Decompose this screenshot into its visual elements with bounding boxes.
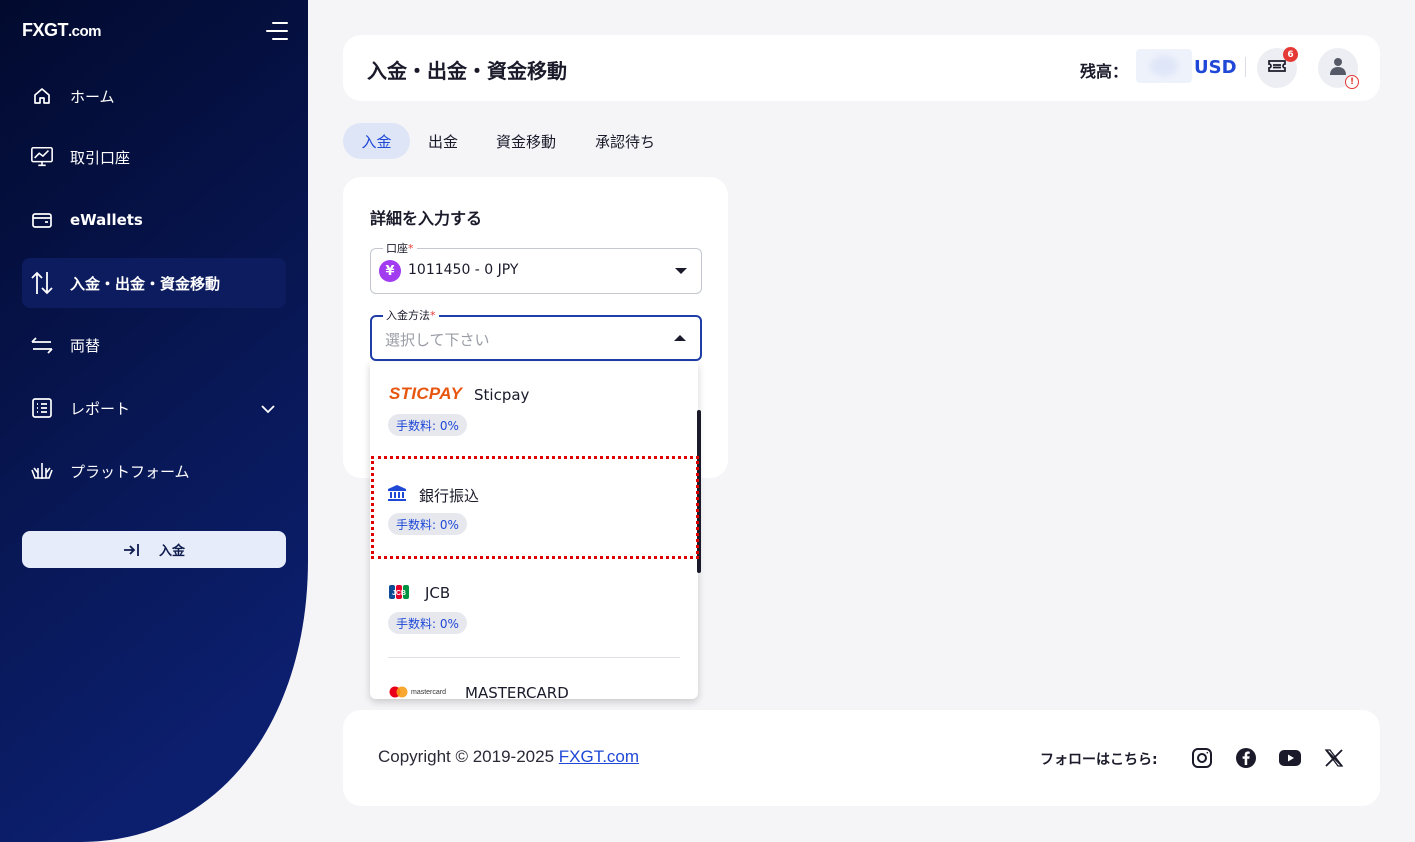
sidebar-item-label: eWallets [70,211,143,229]
balance-label: 残高： [1080,62,1129,81]
account-select[interactable]: 口座* ¥ 1011450 - 0 JPY [370,240,702,294]
svg-text:JCB: JCB [392,590,406,597]
dropdown-scrollbar[interactable] [697,410,701,573]
notification-badge: 6 [1283,47,1298,62]
follow-label: フォローはこちら: [1040,752,1158,768]
sidebar: FXGT.com ホーム 取引口座 eWallets 入金・出金・資金移動 両替… [0,0,310,842]
ticket-icon [1267,58,1287,78]
home-icon [30,84,54,108]
tab-pending[interactable]: 承認待ち [585,123,665,159]
sidebar-item-label: 入金・出金・資金移動 [70,274,221,293]
sidebar-item-label: レポート [70,399,131,418]
tab-transfer[interactable]: 資金移動 [486,123,566,159]
sidebar-item-trading-accounts[interactable]: 取引口座 [22,132,286,182]
deposit-button[interactable]: 入金 [22,531,286,568]
option-divider [388,657,680,658]
platform-icon [30,459,54,483]
arrow-into-bar-icon [123,543,141,557]
option-name: MASTERCARD [465,684,569,699]
sidebar-item-platforms[interactable]: プラットフォーム [22,446,286,496]
menu-toggle-icon[interactable] [264,22,288,42]
x-twitter-icon[interactable] [1322,746,1346,770]
youtube-icon[interactable] [1278,746,1302,770]
sidebar-item-label: 両替 [70,336,101,355]
header-divider [1245,57,1246,77]
balance-currency: USD [1194,57,1237,78]
option-bank-transfer[interactable]: 銀行振込 手数料: 0% [370,461,698,560]
sticpay-logo: STICPAY [389,384,463,403]
option-name: Sticpay [474,386,530,404]
deposit-method-placeholder: 選択して下さい [385,331,490,349]
bank-icon [387,484,407,502]
deposit-button-label: 入金 [158,544,185,559]
yen-currency-icon: ¥ [379,260,401,282]
fxgt-link[interactable]: FXGT.com [559,747,639,766]
mastercard-logo: mastercard [389,683,446,699]
sidebar-item-home[interactable]: ホーム [22,71,286,121]
caret-up-icon [674,335,686,341]
form-title: 詳細を入力する [370,209,483,228]
tab-withdraw[interactable]: 出金 [418,123,468,159]
page-title: 入金・出金・資金移動 [367,59,567,83]
deposit-method-select[interactable]: 入金方法* 選択して下さい [370,307,702,361]
facebook-icon[interactable] [1234,746,1258,770]
account-value: 1011450 - 0 JPY [408,262,519,278]
exchange-icon [30,333,54,357]
jcb-logo: JCB [389,583,409,601]
caret-down-icon [675,268,687,274]
transfer-arrows-icon [30,271,54,295]
account-label: 口座* [383,240,417,256]
brand-logo[interactable]: FXGT.com [22,20,102,41]
sidebar-item-label: プラットフォーム [70,462,190,481]
chart-monitor-icon [30,145,54,169]
tab-deposit[interactable]: 入金 [343,123,410,159]
sidebar-item-exchange[interactable]: 両替 [22,320,286,370]
fee-tag: 手数料: 0% [388,612,467,634]
fee-tag: 手数料: 0% [388,513,467,535]
wallet-icon [30,208,54,232]
option-name: 銀行振込 [419,487,480,505]
report-list-icon [30,396,54,420]
sidebar-item-label: ホーム [70,87,115,106]
sidebar-item-deposit-withdraw-transfer[interactable]: 入金・出金・資金移動 [22,258,286,308]
fee-tag: 手数料: 0% [388,414,467,436]
sidebar-item-ewallets[interactable]: eWallets [22,195,286,245]
option-sticpay[interactable]: STICPAY Sticpay 手数料: 0% [370,362,698,461]
copyright-text: Copyright © 2019-2025 FXGT.com [378,747,640,766]
page-header: 入金・出金・資金移動 残高： USD 6 ! [343,35,1380,101]
sidebar-item-label: 取引口座 [70,148,131,167]
page-footer: Copyright © 2019-2025 FXGT.com フォローはこちら: [343,710,1380,806]
balance-amount-hidden [1136,49,1192,83]
option-jcb[interactable]: JCB JCB 手数料: 0% [370,560,698,659]
user-icon [1328,56,1348,80]
deposit-method-label: 入金方法* [383,307,439,323]
option-name: JCB [425,584,451,602]
deposit-method-dropdown: STICPAY Sticpay 手数料: 0% 銀行振込 手数料: 0% JCB… [370,362,698,699]
sidebar-item-reports[interactable]: レポート [22,383,286,433]
option-mastercard[interactable]: mastercard MASTERCARD [370,659,698,699]
instagram-icon[interactable] [1190,746,1214,770]
chevron-down-icon [260,400,276,418]
warning-icon: ! [1345,75,1359,89]
